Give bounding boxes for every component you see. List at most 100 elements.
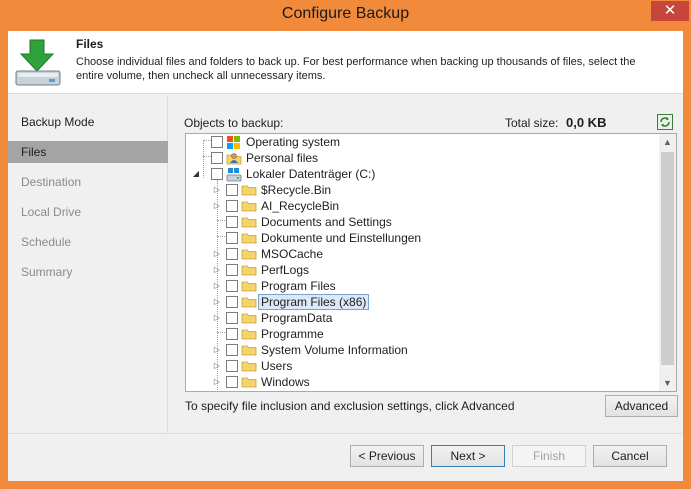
folder-label: Documents and Settings [261,215,392,229]
step-destination: Destination [21,175,82,189]
collapsed-triangle-icon[interactable]: ▷ [213,345,221,354]
tree-row-folder[interactable]: ▷ MSOCache [186,246,656,262]
tree-scrollbar[interactable]: ▲ ▼ [659,134,676,391]
close-button[interactable]: ✕ [651,1,689,21]
tree-row-folder[interactable]: ▷ AI_RecycleBin [186,198,656,214]
tree-row-local-disk[interactable]: ◢ Lokaler Datenträger (C:) [186,166,656,182]
folder-checkbox[interactable] [226,232,238,244]
folder-icon [241,233,257,244]
folder-label: System Volume Information [261,343,408,357]
dialog-body: Files Choose individual files and folder… [8,31,683,481]
folder-icon [241,281,257,292]
collapsed-triangle-icon[interactable]: ▷ [213,281,221,290]
tree-row-folder[interactable]: ▷ Program Files [186,278,656,294]
advanced-button[interactable]: Advanced [605,395,678,417]
folder-checkbox[interactable] [226,312,238,324]
folder-label: Program Files [261,279,336,293]
folder-label: PerfLogs [261,263,310,277]
tree-row-folder[interactable]: ▷ Users [186,358,656,374]
folder-checkbox[interactable] [226,328,238,340]
expanded-triangle-icon[interactable]: ◢ [192,169,200,178]
folder-icon [241,329,257,340]
folder-label: ProgramData [261,311,333,325]
cancel-button[interactable]: Cancel [593,445,667,467]
next-button[interactable]: Next > [431,445,505,467]
folder-checkbox[interactable] [226,264,238,276]
folder-label: Windows [261,375,310,389]
objects-label: Objects to backup: [184,116,283,130]
folder-icon [241,201,257,212]
tree-row-personal-files[interactable]: Personal files [186,150,656,166]
header-description: Choose individual files and folders to b… [76,56,636,82]
tree-row-folder[interactable]: Documents and Settings [186,214,656,230]
advanced-hint: To specify file inclusion and exclusion … [185,399,515,413]
window-title: Configure Backup [281,5,410,22]
tree-row-folder[interactable]: ▷ ProgramData [186,310,656,326]
folder-checkbox[interactable] [226,344,238,356]
tree-row-folder[interactable]: ▷ PerfLogs [186,262,656,278]
title-bar[interactable]: Configure Backup ✕ [0,0,691,31]
configure-backup-window: Configure Backup ✕ Files Choose individu… [0,0,691,489]
folder-icon [241,297,257,308]
tree-row-folder[interactable]: ▷ System Volume Information [186,342,656,358]
total-size-value: 0,0 KB [566,115,607,130]
collapsed-triangle-icon[interactable]: ▷ [213,313,221,322]
backup-object-tree[interactable]: Operating system Personal files ◢ Lokale… [185,133,677,392]
drive-icon [226,168,242,182]
collapsed-triangle-icon[interactable]: ▷ [213,265,221,274]
scroll-down-arrow-icon[interactable]: ▼ [659,375,676,391]
user-folder-icon [226,153,242,165]
folder-checkbox[interactable] [226,184,238,196]
step-local-drive: Local Drive [21,205,82,219]
tree-row-folder[interactable]: ▷ $Recycle.Bin [186,182,656,198]
folder-label: Dokumente und Einstellungen [261,231,422,245]
folder-icon [241,217,257,228]
checkbox-operating-system[interactable] [211,136,223,148]
collapsed-triangle-icon[interactable]: ▷ [213,361,221,370]
checkbox-personal-files[interactable] [211,152,223,164]
folder-checkbox[interactable] [226,280,238,292]
tree-row-folder[interactable]: ▷ Windows [186,374,656,390]
total-size-label: Total size: [505,116,559,130]
previous-button[interactable]: < Previous [350,445,424,467]
wizard-steps: Backup Mode Files Destination Local Driv… [8,95,168,433]
folder-icon [241,249,257,260]
folder-icon [241,185,257,196]
folder-checkbox[interactable] [226,200,238,212]
footer-divider [8,433,683,434]
folder-label: Users [261,359,293,373]
folder-checkbox[interactable] [226,216,238,228]
folder-label: AI_RecycleBin [261,199,340,213]
close-icon: ✕ [663,2,677,19]
collapsed-triangle-icon[interactable]: ▷ [213,201,221,210]
folder-label-selected: Program Files (x86) [258,294,370,310]
tree-row-folder[interactable]: Dokumente und Einstellungen [186,230,656,246]
header-title: Files [76,37,104,51]
folder-checkbox[interactable] [226,360,238,372]
tree-row-folder-selected[interactable]: ▷ Program Files (x86) [186,294,656,310]
scroll-up-arrow-icon[interactable]: ▲ [659,134,676,150]
folder-icon [241,265,257,276]
folder-icon [241,313,257,324]
step-backup-mode[interactable]: Backup Mode [8,111,168,133]
step-files[interactable]: Files [8,141,168,163]
tree-row-operating-system[interactable]: Operating system [186,134,656,150]
folder-checkbox[interactable] [226,248,238,260]
refresh-button[interactable] [657,114,673,130]
folder-checkbox[interactable] [226,296,238,308]
page-header: Files Choose individual files and folder… [8,31,683,94]
finish-button: Finish [512,445,586,467]
scrollbar-thumb[interactable] [661,152,674,365]
collapsed-triangle-icon[interactable]: ▷ [213,377,221,386]
collapsed-triangle-icon[interactable]: ▷ [213,185,221,194]
collapsed-triangle-icon[interactable]: ▷ [213,297,221,306]
folder-icon [241,361,257,372]
folder-label: MSOCache [261,247,324,261]
step-summary: Summary [21,265,73,279]
folder-label: $Recycle.Bin [261,183,332,197]
collapsed-triangle-icon[interactable]: ▷ [213,249,221,258]
tree-label-personal-files: Personal files [246,151,319,165]
checkbox-local-disk[interactable] [211,168,223,180]
tree-row-folder[interactable]: Programme [186,326,656,342]
folder-checkbox[interactable] [226,376,238,388]
